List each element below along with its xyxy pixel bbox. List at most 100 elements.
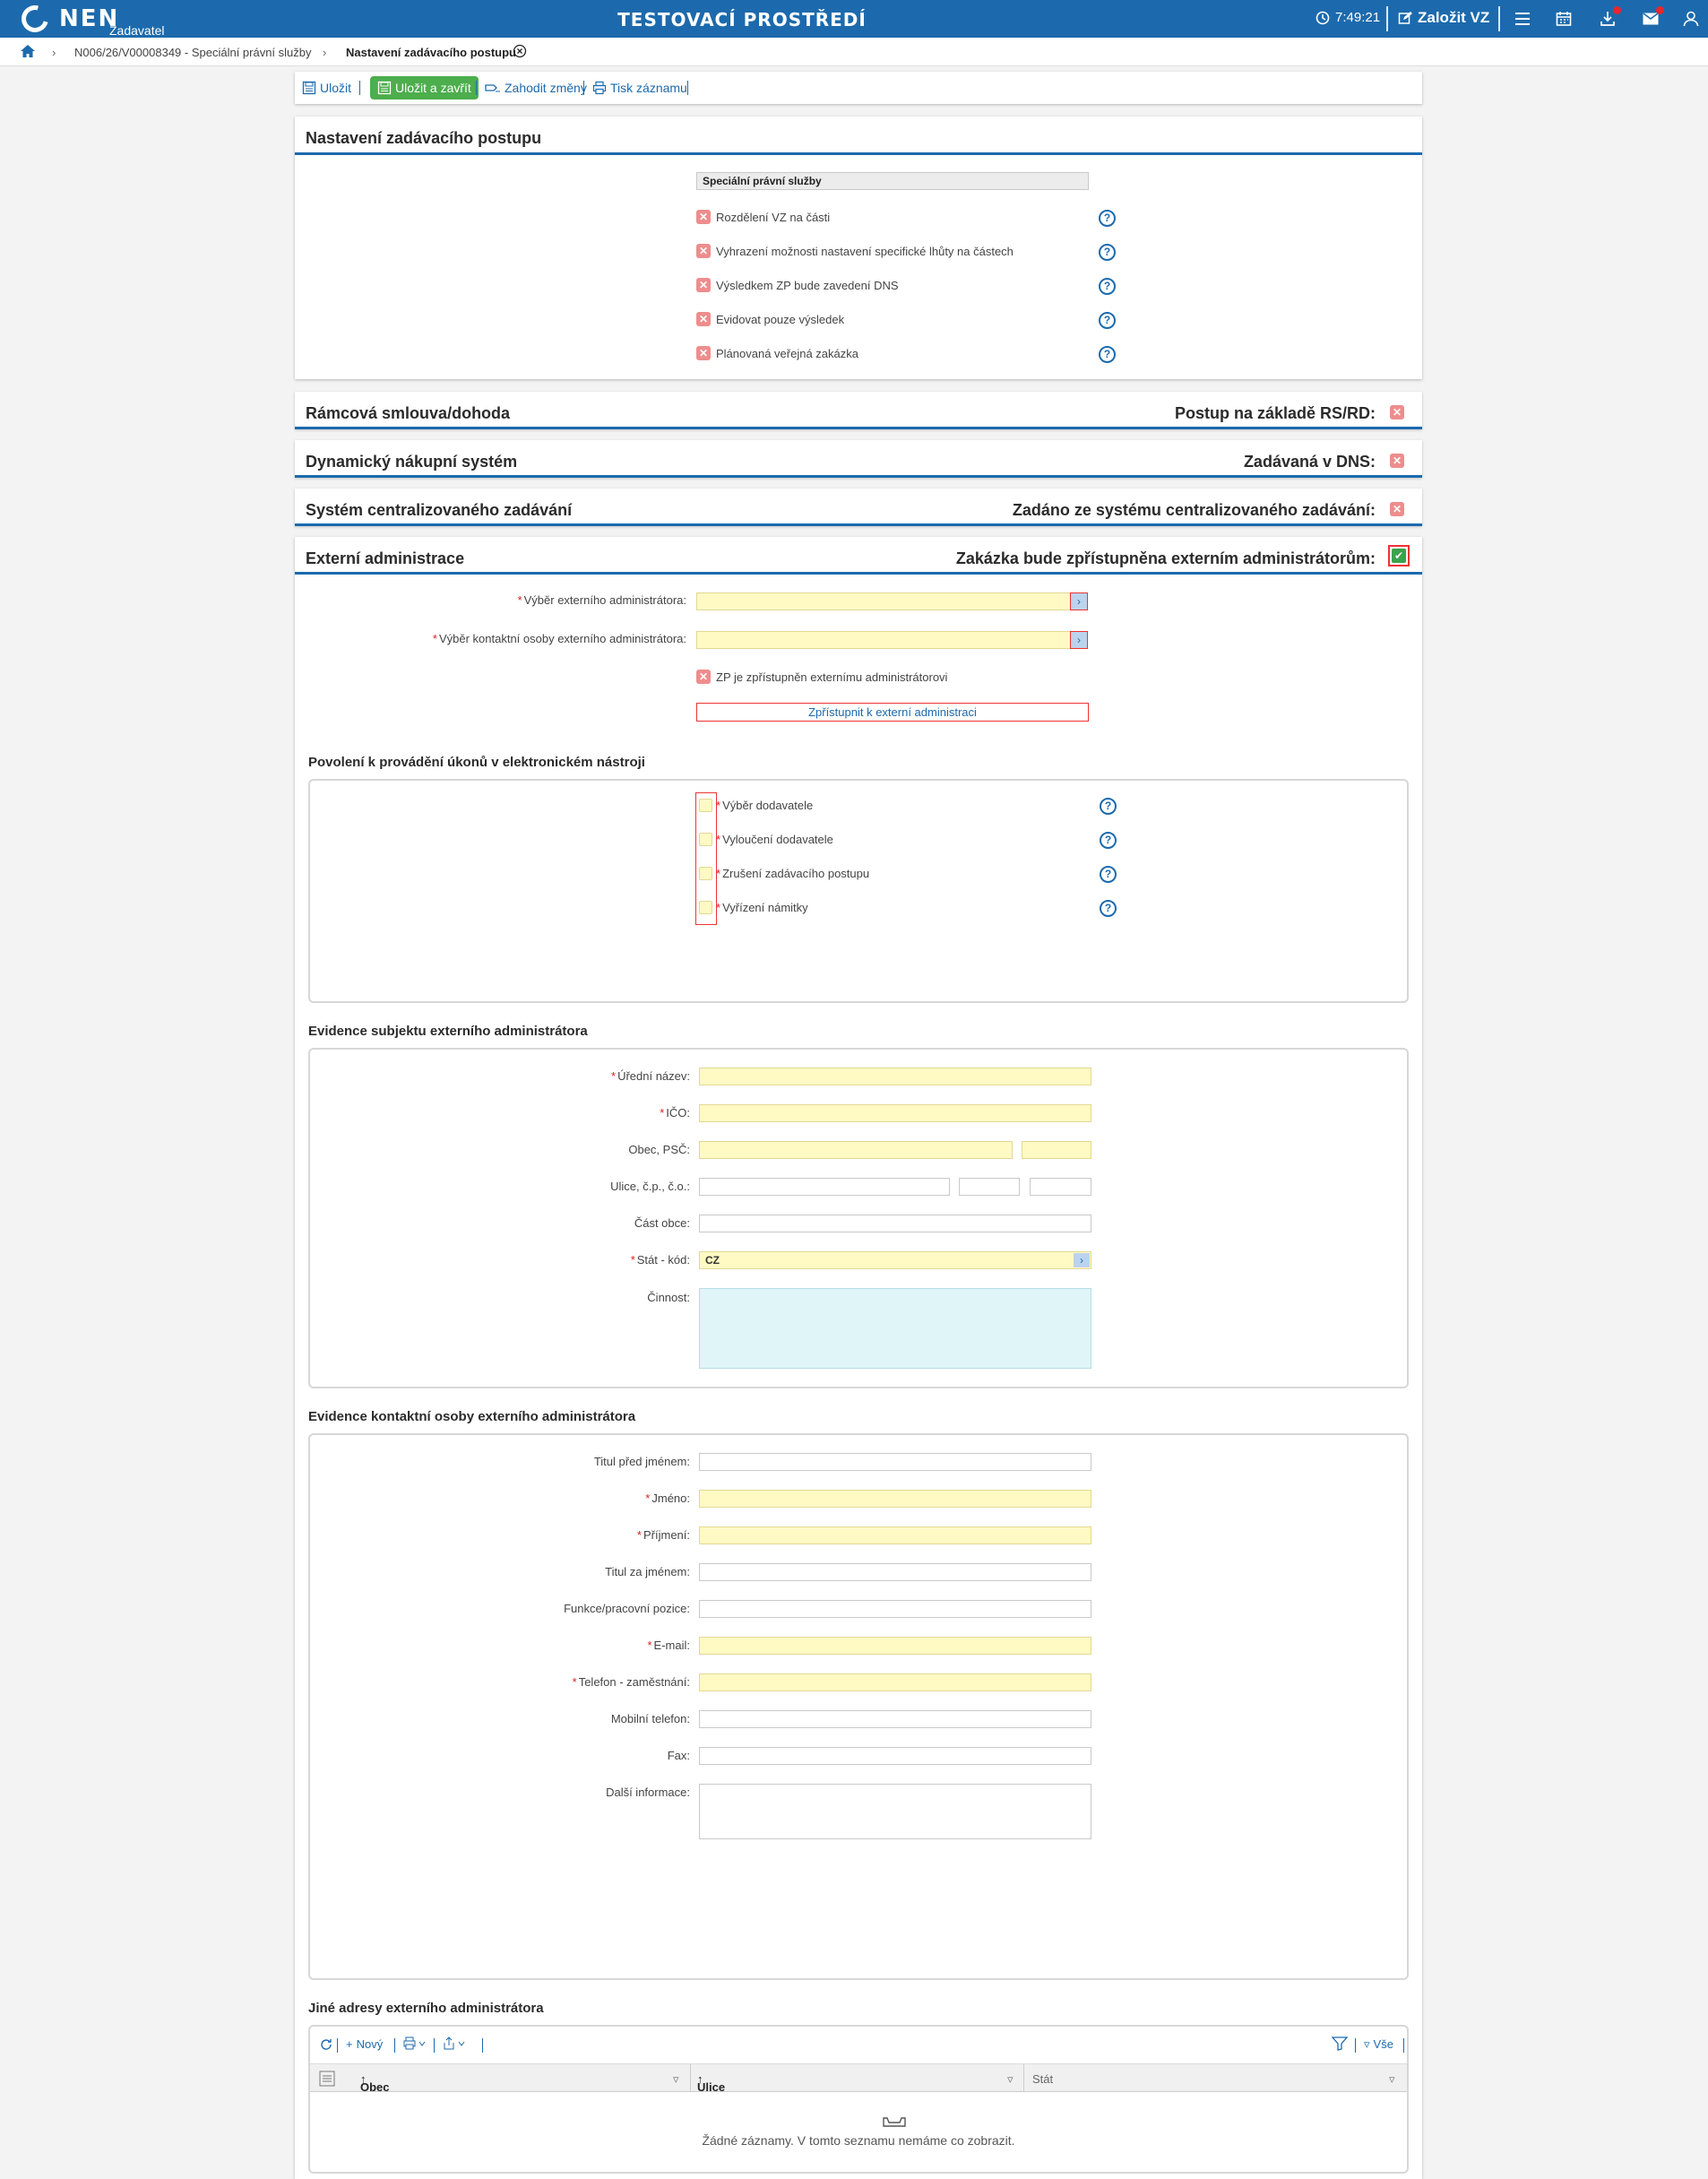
help-icon[interactable]: ? — [1100, 798, 1117, 815]
title-before-field[interactable] — [699, 1453, 1091, 1471]
postal-code-field[interactable] — [1022, 1141, 1091, 1159]
contact-select-field[interactable] — [696, 631, 1071, 649]
contact-box — [308, 1433, 1409, 1980]
select-arrow-button[interactable]: › — [1070, 592, 1088, 610]
phone-field[interactable] — [699, 1673, 1091, 1691]
fax-field[interactable] — [699, 1747, 1091, 1765]
street-field[interactable] — [699, 1178, 950, 1196]
position-field[interactable] — [699, 1600, 1091, 1618]
flag-label: Výsledkem ZP bude zavedení DNS — [716, 278, 899, 292]
email-label: * E-mail: — [647, 1639, 690, 1652]
filter-icon[interactable] — [1331, 2036, 1349, 2054]
share-admin-button[interactable]: Zpřístupnit k externí administraci — [696, 703, 1089, 722]
column-menu-icon[interactable]: ▿ — [673, 2072, 679, 2087]
save-close-label: Uložit a zavřít — [395, 81, 471, 95]
help-icon[interactable]: ? — [1099, 210, 1116, 227]
column-menu-icon[interactable]: ▿ — [1389, 2072, 1395, 2087]
select-arrow-button[interactable]: › — [1070, 631, 1088, 649]
save-label: Uložit — [320, 81, 352, 95]
checked-checkbox[interactable]: ✔ — [1388, 545, 1410, 566]
column-menu-icon[interactable]: ▿ — [1007, 2072, 1014, 2087]
help-icon[interactable]: ? — [1099, 278, 1116, 295]
other-info-field[interactable] — [699, 1784, 1091, 1839]
activity-field[interactable] — [699, 1288, 1091, 1369]
unchecked-icon[interactable]: ✕ — [1390, 454, 1404, 468]
country-label: * Stát - kód: — [630, 1253, 690, 1267]
city-field[interactable] — [699, 1141, 1013, 1159]
unchecked-icon[interactable]: ✕ — [1390, 405, 1404, 419]
user-icon[interactable] — [1681, 9, 1701, 29]
unchecked-icon[interactable]: ✕ — [696, 670, 711, 684]
city-label: Obec, PSČ: — [628, 1143, 690, 1156]
calendar-icon[interactable] — [1554, 9, 1574, 29]
official-name-field[interactable] — [699, 1068, 1091, 1085]
menu-icon[interactable] — [1513, 9, 1532, 29]
street-label: Ulice, č.p., č.o.: — [610, 1180, 690, 1193]
settings-title: Nastavení zadávacího postupu — [306, 129, 542, 147]
discard-button[interactable]: Zahodit změny — [485, 78, 587, 98]
help-icon[interactable]: ? — [1099, 346, 1116, 363]
select-arrow-button[interactable]: › — [1074, 1253, 1090, 1267]
create-contract-button[interactable]: Založit VZ — [1398, 9, 1489, 27]
new-button[interactable]: + Nový — [346, 2037, 383, 2051]
title-after-field[interactable] — [699, 1563, 1091, 1581]
position-label: Funkce/pracovní pozice: — [564, 1602, 690, 1615]
section-framework-agreement: Rámcová smlouva/dohoda Postup na základě… — [295, 392, 1422, 429]
close-tab-icon[interactable] — [513, 44, 527, 61]
admin-select-field[interactable] — [696, 592, 1071, 610]
save-button[interactable]: Uložit — [302, 78, 351, 98]
unchecked-icon[interactable]: ✕ — [1390, 502, 1404, 516]
unchecked-icon[interactable]: ✕ — [696, 244, 711, 258]
flag-row: ✕ Výsledkem ZP bude zavedení DNS — [696, 278, 899, 292]
save-close-button[interactable]: Uložit a zavřít — [370, 76, 479, 99]
breadcrumb-contract[interactable]: N006/26/V00008349 - Speciální právní slu… — [74, 46, 312, 59]
house-number-field[interactable] — [959, 1178, 1020, 1196]
help-icon[interactable]: ? — [1100, 832, 1117, 849]
help-icon[interactable]: ? — [1099, 312, 1116, 329]
refresh-icon[interactable] — [319, 2037, 333, 2054]
permission-label: * Výběr dodavatele — [716, 799, 814, 812]
home-icon[interactable] — [20, 44, 36, 61]
unchecked-icon[interactable]: ✕ — [696, 210, 711, 224]
permission-checkbox[interactable] — [699, 799, 712, 812]
settings-panel: Nastavení zadávacího postupu Název veřej… — [295, 117, 1422, 379]
district-field[interactable] — [699, 1215, 1091, 1232]
mail-icon[interactable] — [1641, 6, 1664, 29]
column-city[interactable]: Obec ↑ — [360, 2072, 390, 2094]
print-button[interactable]: Tisk záznamu — [592, 78, 687, 98]
flag-label: Rozdělení VZ na části — [716, 210, 831, 224]
divider — [359, 81, 360, 95]
orientation-number-field[interactable] — [1030, 1178, 1091, 1196]
permission-checkbox[interactable] — [699, 833, 712, 846]
last-name-field[interactable] — [699, 1526, 1091, 1544]
notification-dot — [1656, 6, 1664, 14]
permissions-box — [308, 779, 1409, 1003]
unchecked-icon[interactable]: ✕ — [696, 346, 711, 360]
email-field[interactable] — [699, 1637, 1091, 1655]
mobile-field[interactable] — [699, 1710, 1091, 1728]
column-country[interactable]: Stát — [1032, 2072, 1053, 2086]
divider — [482, 2038, 483, 2053]
unchecked-icon[interactable]: ✕ — [696, 278, 711, 292]
permission-checkbox[interactable] — [699, 901, 712, 914]
view-all-button[interactable]: ▿ Vše — [1364, 2037, 1393, 2052]
help-icon[interactable]: ? — [1100, 866, 1117, 883]
export-menu-button[interactable] — [443, 2036, 468, 2054]
ico-field[interactable] — [699, 1104, 1091, 1122]
print-label: Tisk záznamu — [610, 81, 687, 95]
print-menu-button[interactable] — [403, 2036, 428, 2054]
permission-checkbox[interactable] — [699, 867, 712, 880]
divider — [583, 81, 584, 95]
section-centralized: Systém centralizovaného zadávání Zadáno … — [295, 489, 1422, 526]
last-name-label: * Příjmení: — [636, 1528, 690, 1542]
download-icon[interactable] — [1598, 6, 1621, 29]
flag-row: ✕ Evidovat pouze výsledek — [696, 312, 844, 326]
column-settings-icon[interactable] — [319, 2071, 335, 2089]
column-street[interactable]: Ulice ↑ — [697, 2072, 725, 2094]
help-icon[interactable]: ? — [1100, 900, 1117, 917]
country-field[interactable]: CZ — [699, 1251, 1091, 1269]
first-name-field[interactable] — [699, 1490, 1091, 1508]
section-flag-label: Postup na základě RS/RD: — [1174, 404, 1376, 422]
help-icon[interactable]: ? — [1099, 244, 1116, 261]
unchecked-icon[interactable]: ✕ — [696, 312, 711, 326]
